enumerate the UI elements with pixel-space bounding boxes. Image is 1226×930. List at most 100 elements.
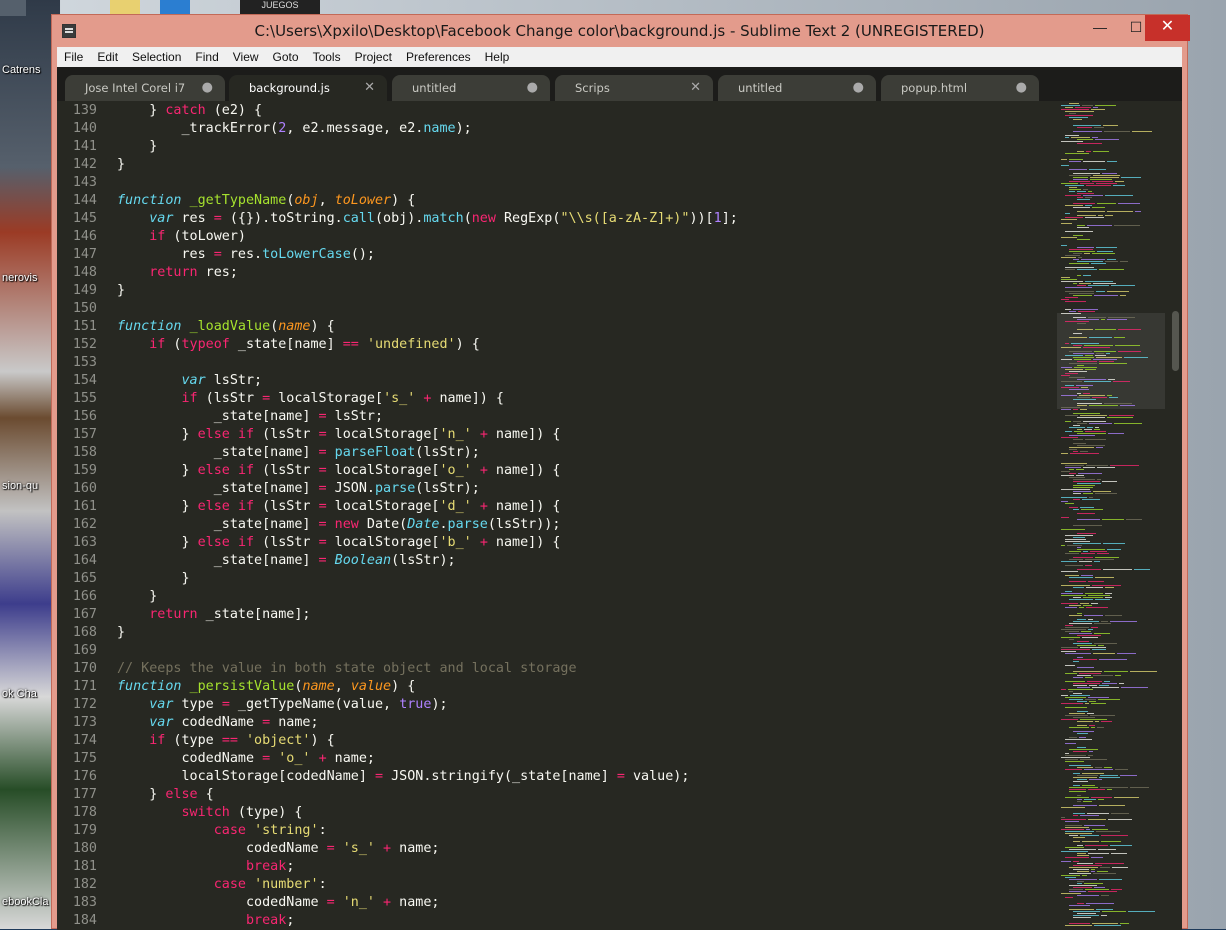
title-bar[interactable]: C:\Users\Xpxilo\Desktop\Facebook Change … — [52, 15, 1190, 47]
menu-file[interactable]: File — [57, 50, 90, 64]
minimap-line — [1091, 627, 1098, 628]
code-token: Date — [407, 517, 440, 532]
minimap-line — [1065, 535, 1093, 536]
tab-background-js[interactable]: background.js ✕ — [229, 75, 387, 101]
dirty-dot-icon[interactable]: ● — [1016, 75, 1027, 101]
desktop-icon-label[interactable]: sion-qu — [2, 480, 38, 492]
minimap-line — [1076, 475, 1084, 476]
minimap-line — [1077, 779, 1087, 780]
code-token: ); — [455, 121, 472, 136]
code-line: _state[name] = Boolean(lsStr); — [117, 553, 456, 568]
code-token: 'number' — [254, 877, 319, 892]
minimap-line — [1091, 857, 1103, 858]
minimap-line — [1069, 263, 1089, 264]
vertical-scrollbar[interactable] — [1169, 101, 1182, 930]
tab-scrips[interactable]: Scrips ✕ — [555, 75, 713, 101]
code-token: else — [197, 427, 230, 442]
minimap-line — [1094, 429, 1100, 430]
minimap-line — [1069, 691, 1073, 692]
menu-tools[interactable]: Tools — [306, 50, 348, 64]
close-tab-icon[interactable]: ✕ — [364, 75, 375, 101]
minimap-line — [1077, 329, 1093, 330]
dirty-dot-icon[interactable]: ● — [527, 75, 538, 101]
minimap-line — [1111, 853, 1127, 854]
code-line: var res = ({}).toString.call(obj).match(… — [117, 211, 738, 226]
code-token: (type — [165, 733, 222, 748]
tab-untitled[interactable]: untitled ● — [392, 75, 550, 101]
minimap-line — [1087, 813, 1109, 814]
code-token: ) { — [310, 733, 335, 748]
close-button[interactable]: ✕ — [1145, 15, 1190, 41]
close-tab-icon[interactable]: ✕ — [690, 75, 701, 101]
minimap-line — [1069, 867, 1098, 868]
minimap-line — [1073, 235, 1083, 236]
minimap-line — [1092, 253, 1115, 254]
menu-goto[interactable]: Goto — [266, 50, 306, 64]
tab-popup-html[interactable]: popup.html ● — [881, 75, 1039, 101]
minimap-line — [1073, 409, 1078, 410]
minimap-line — [1061, 223, 1072, 224]
code-line: } — [117, 589, 157, 604]
minimap-line — [1061, 453, 1068, 454]
minimap-line — [1082, 841, 1099, 842]
minimap[interactable] — [1057, 101, 1167, 930]
code-token: } — [117, 139, 158, 154]
desktop-icon-label[interactable]: ok Cha — [2, 688, 37, 700]
minimap-line — [1077, 725, 1087, 726]
code-token: if — [149, 733, 166, 748]
minimap-line — [1085, 281, 1113, 282]
minimap-line — [1096, 831, 1120, 832]
tab-untitled-2[interactable]: untitled ● — [718, 75, 876, 101]
code-token: ]; — [721, 211, 738, 226]
minimap-line — [1065, 797, 1089, 798]
scrollbar-thumb[interactable] — [1172, 311, 1179, 371]
menu-find[interactable]: Find — [188, 50, 225, 64]
minimap-line — [1092, 829, 1108, 830]
minimap-line — [1096, 183, 1117, 184]
minimap-line — [1077, 143, 1102, 144]
minimap-line — [1088, 317, 1106, 318]
minimap-line — [1061, 257, 1076, 258]
minimap-line — [1093, 283, 1116, 284]
minimap-line — [1065, 217, 1083, 218]
dirty-dot-icon[interactable]: ● — [853, 75, 864, 101]
code-view[interactable]: 139 } catch (e2) {140 _trackError(2, e2.… — [57, 101, 1047, 930]
minimap-line — [1069, 191, 1075, 192]
minimap-line — [1077, 675, 1091, 676]
desktop-icon-label[interactable]: nerovis — [2, 272, 37, 284]
menu-project[interactable]: Project — [348, 50, 399, 64]
menu-edit[interactable]: Edit — [90, 50, 125, 64]
desktop-icon-label[interactable]: Catrens — [2, 64, 41, 76]
code-token: + — [479, 427, 488, 442]
minimap-line — [1107, 417, 1133, 418]
code-line: } else if (lsStr = localStorage['b_' + n… — [117, 535, 560, 550]
minimap-line — [1097, 203, 1116, 204]
menu-view[interactable]: View — [226, 50, 266, 64]
menu-help[interactable]: Help — [478, 50, 517, 64]
desktop-icon-label[interactable]: ebookCla — [2, 896, 48, 908]
minimap-line — [1077, 361, 1097, 362]
menu-preferences[interactable]: Preferences — [399, 50, 478, 64]
minimap-line — [1083, 597, 1103, 598]
dirty-dot-icon[interactable]: ● — [202, 75, 213, 101]
menu-selection[interactable]: Selection — [125, 50, 188, 64]
code-token: = — [318, 427, 327, 442]
minimize-button[interactable]: — — [1083, 15, 1117, 41]
minimap-line — [1092, 137, 1098, 138]
minimap-line — [1073, 751, 1087, 752]
code-token: } — [117, 625, 126, 640]
code-token: _state[name] — [117, 445, 319, 460]
code-token: value); — [624, 769, 690, 784]
tab-jose-intel[interactable]: Jose Intel Corel i7 ● — [65, 75, 225, 101]
minimap-line — [1077, 215, 1096, 216]
minimap-line — [1077, 211, 1105, 212]
minimap-line — [1088, 789, 1105, 790]
minimap-line — [1120, 405, 1135, 406]
